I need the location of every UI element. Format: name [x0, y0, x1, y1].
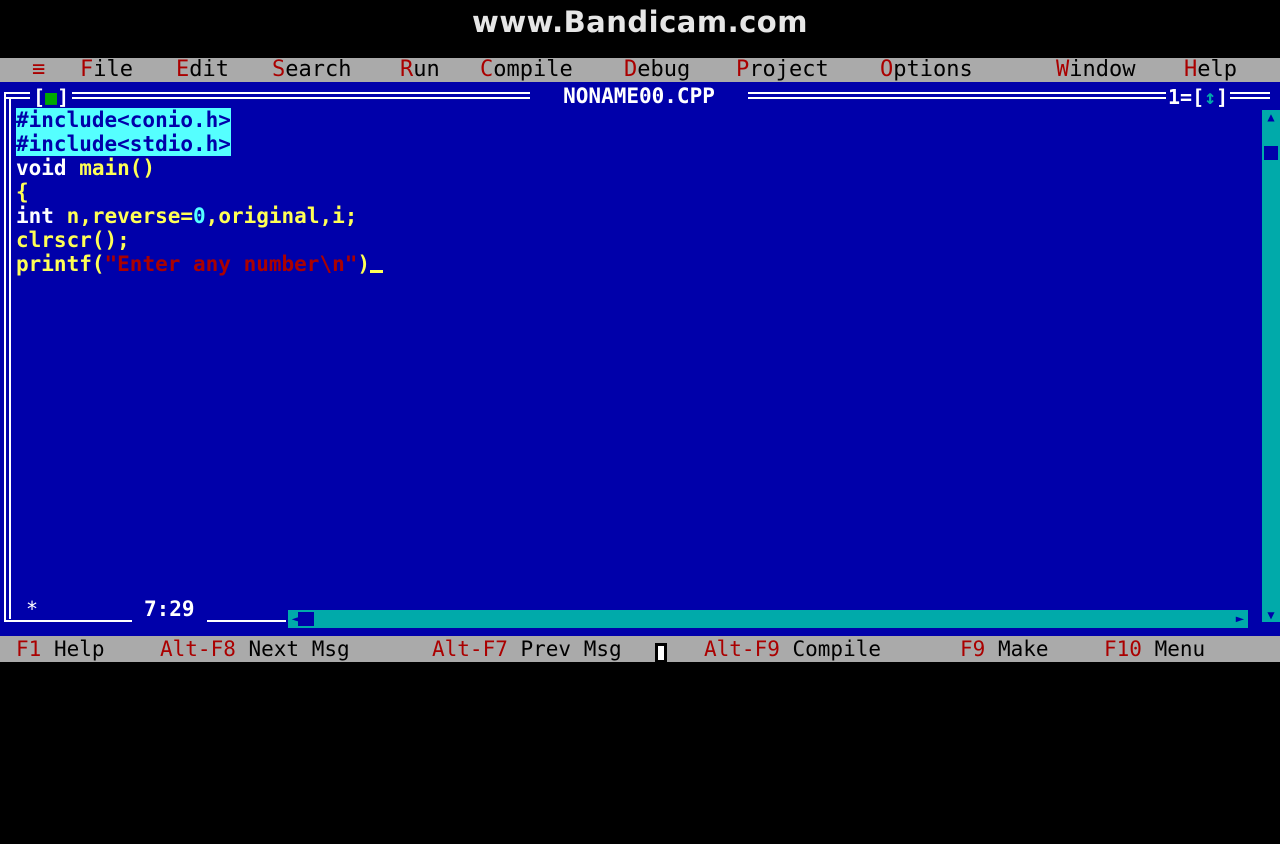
menu-debug-label: ebug [637, 57, 691, 82]
fkey-prev-msg-label: Prev Msg [507, 637, 622, 661]
code-main-decl: main() [66, 156, 156, 180]
menu-project[interactable]: Project [736, 58, 829, 82]
code-line: #include<stdio.h> [16, 132, 1256, 156]
zoom-arrow-icon[interactable]: ↕ [1204, 85, 1216, 109]
menu-project-hotkey: P [736, 57, 750, 82]
fkey-prev-msg-key: Alt-F7 [432, 637, 508, 661]
fkey-menu[interactable]: F10 Menu [1104, 636, 1205, 662]
fkey-make-label: Make [985, 637, 1049, 661]
menu-edit-label: dit [189, 57, 229, 82]
editor-title-bar: [■] NONAME00.CPP 1=[↕] [0, 84, 1280, 108]
frame-left-outer [4, 92, 6, 622]
menu-help[interactable]: Help [1184, 58, 1237, 82]
menu-edit[interactable]: Edit [176, 58, 229, 82]
menu-debug[interactable]: Debug [624, 58, 690, 82]
turbo-cpp-screen: ≡ File Edit Search Run Compile Debug Pro… [0, 58, 1280, 663]
menu-debug-hotkey: D [624, 57, 638, 82]
fkey-compile[interactable]: Alt-F9 Compile [704, 636, 881, 662]
menu-edit-hotkey: E [176, 57, 190, 82]
menu-options[interactable]: Options [880, 58, 973, 82]
window-number-label: 1=[ [1168, 85, 1205, 109]
menu-run-label: un [413, 57, 440, 82]
menu-search[interactable]: Search [272, 58, 351, 82]
editor-window[interactable]: [■] NONAME00.CPP 1=[↕] #include<conio.h>… [0, 82, 1280, 636]
menu-run-hotkey: R [400, 57, 414, 82]
fkey-make[interactable]: F9 Make [960, 636, 1049, 662]
fkey-menu-key: F10 [1104, 637, 1142, 661]
close-box-right: ] [57, 85, 70, 109]
menu-window-hotkey: W [1056, 57, 1070, 82]
menu-run[interactable]: Run [400, 58, 440, 82]
code-line: clrscr(); [16, 228, 1256, 252]
code-area[interactable]: #include<conio.h> #include<stdio.h> void… [16, 108, 1256, 276]
code-line: printf("Enter any number\n") [16, 252, 1256, 276]
window-title: NONAME00.CPP [530, 84, 748, 108]
vertical-scrollbar[interactable]: ▲ ▼ [1262, 110, 1280, 622]
menu-search-label: earch [285, 57, 352, 82]
menu-bar: ≡ File Edit Search Run Compile Debug Pro… [0, 58, 1280, 82]
fkey-help-label: Help [41, 637, 105, 661]
code-line: { [16, 180, 1256, 204]
menu-window[interactable]: Window [1056, 58, 1135, 82]
code-close-paren: ) [357, 252, 371, 276]
watermark: www.Bandicam.com [472, 5, 808, 39]
code-printf: printf( [16, 252, 105, 276]
frame-left-inner [9, 97, 11, 619]
code-include-conio: #include<conio.h> [16, 108, 231, 132]
scroll-down-arrow-icon[interactable]: ▼ [1262, 608, 1280, 622]
mouse-cursor-icon [655, 643, 667, 663]
menu-options-label: ptions [893, 57, 973, 82]
close-square-icon: ■ [45, 85, 58, 109]
code-keyword-int: int [16, 204, 54, 228]
close-box-left: [ [33, 85, 46, 109]
modified-star-icon: * [26, 597, 39, 621]
fkey-prev-msg[interactable]: Alt-F7 Prev Msg [432, 636, 622, 662]
menu-options-hotkey: O [880, 57, 894, 82]
code-keyword-void: void [16, 156, 67, 180]
fkey-compile-key: Alt-F9 [704, 637, 780, 661]
code-vars-a: n,reverse= [53, 204, 194, 228]
menu-compile[interactable]: Compile [480, 58, 573, 82]
scroll-up-arrow-icon[interactable]: ▲ [1262, 110, 1280, 124]
code-include-stdio: #include<stdio.h> [16, 132, 231, 156]
menu-project-label: roject [749, 57, 829, 82]
fkey-next-msg-key: Alt-F8 [160, 637, 236, 661]
close-box[interactable]: [■] [30, 85, 73, 109]
menu-help-hotkey: H [1184, 57, 1198, 82]
fkey-next-msg[interactable]: Alt-F8 Next Msg [160, 636, 350, 662]
menu-file-label: ile [93, 57, 133, 82]
system-menu[interactable]: ≡ [32, 58, 45, 82]
code-line: void main() [16, 156, 1256, 180]
fkey-make-key: F9 [960, 637, 986, 661]
menu-compile-label: ompile [493, 57, 573, 82]
menu-file[interactable]: File [80, 58, 133, 82]
menu-search-hotkey: S [272, 57, 286, 82]
fkey-help[interactable]: F1 Help [16, 636, 105, 662]
scroll-right-arrow-icon[interactable]: ► [1232, 610, 1248, 628]
menu-compile-hotkey: C [480, 57, 494, 82]
fkey-compile-label: Compile [779, 637, 882, 661]
fkey-help-key: F1 [16, 637, 42, 661]
code-string-literal: "Enter any number\n" [104, 252, 358, 276]
text-cursor [370, 270, 384, 273]
menu-help-label: elp [1197, 57, 1237, 82]
code-line: #include<conio.h> [16, 108, 1256, 132]
code-open-brace: { [16, 180, 29, 204]
menu-file-hotkey: F [80, 57, 94, 82]
horizontal-scroll-thumb[interactable] [298, 612, 314, 626]
code-line: int n,reverse=0,original,i; [16, 204, 1256, 228]
window-number: 1=[↕] [1166, 85, 1231, 109]
function-key-bar: F1 Help Alt-F8 Next Msg Alt-F7 Prev Msg … [0, 636, 1280, 662]
cursor-position: 7:29 [132, 596, 207, 622]
position-indicator: * 7:29 [4, 596, 286, 622]
vertical-scroll-thumb[interactable] [1264, 146, 1278, 160]
menu-window-label: indow [1069, 57, 1136, 82]
horizontal-scrollbar[interactable]: ◄ ► [288, 610, 1248, 628]
window-number-end: ] [1216, 85, 1229, 109]
code-number-zero: 0 [193, 204, 206, 228]
fkey-next-msg-label: Next Msg [235, 637, 350, 661]
code-vars-b: ,original,i; [205, 204, 358, 228]
code-clrscr: clrscr(); [16, 228, 130, 252]
fkey-menu-label: Menu [1141, 637, 1206, 661]
